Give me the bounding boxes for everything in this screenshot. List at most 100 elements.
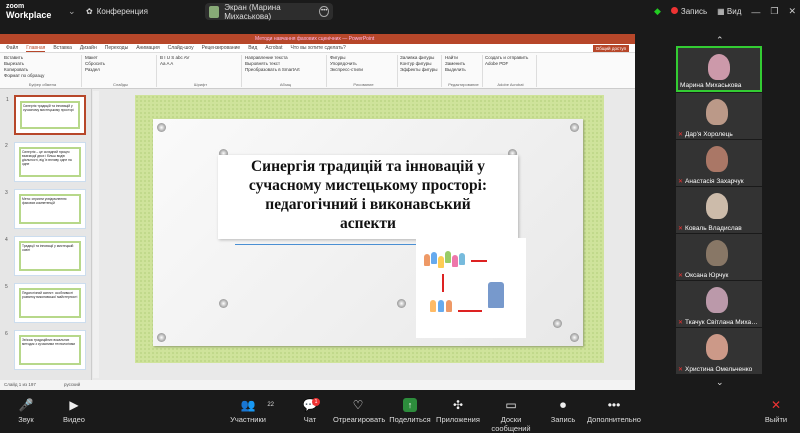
participant-tile[interactable]: ✕ Анастасія Захарчук (676, 140, 762, 186)
grid-icon: ▦ (717, 7, 727, 16)
ribbon-tab[interactable]: Дизайн (80, 45, 97, 51)
children-illustration (416, 238, 526, 338)
slide-thumbnail[interactable]: 3 Мета: сприяти усвідомленню фахових комп… (5, 189, 86, 229)
child-figure (431, 252, 437, 264)
control-label: Приложения (436, 415, 480, 424)
restore-icon[interactable]: ❐ (770, 6, 778, 17)
ribbon-group-caption: Слайды (113, 82, 128, 87)
ribbon-command[interactable]: Выделить (445, 67, 482, 73)
audio-button[interactable]: 🎤 Звук (4, 398, 48, 424)
recording-indicator[interactable]: Запись (670, 7, 707, 16)
zoom-logo: zoom Workplace (6, 3, 52, 20)
thumbnail-text: Педагогічний аспект: особливості розвитк… (19, 288, 81, 318)
slide-thumbnail[interactable]: 2 Синергія – це складний процес взаємодії… (5, 142, 86, 182)
gallery-up-chevron-icon[interactable]: ⌃ (716, 35, 724, 46)
minimize-icon[interactable]: — (751, 7, 760, 17)
more-button[interactable]: ••• Дополнительно (585, 398, 643, 424)
ribbon-tab[interactable]: Вставка (53, 45, 72, 51)
video-button[interactable]: ▶ Видео (52, 398, 96, 424)
audio-icon: 🎤 (18, 398, 34, 412)
ribbon-group-caption: Рисование (353, 82, 374, 87)
thumbnails-scrollbar[interactable] (93, 91, 99, 378)
record-button[interactable]: ⏺ Запись (545, 398, 581, 424)
slide-thumbnail[interactable]: 6 Зв'язок традиційних вокальних методик з… (5, 330, 86, 370)
ribbon-group: B I U S abc AV Aa A A Шрифт (160, 55, 242, 87)
participant-name-text: Анастасія Захарчук (685, 178, 744, 185)
slide-thumbnail[interactable]: 1 Синергія традицій та інновацій у сучасн… (6, 95, 86, 135)
participant-tile[interactable]: Марина Михаськова (676, 46, 762, 92)
leave-icon: ✕ (770, 398, 782, 412)
participant-video (708, 54, 730, 80)
leave-button[interactable]: ✕ Выйти (758, 398, 794, 424)
ribbon-command[interactable]: Adobe PDF (485, 61, 536, 67)
ribbon-command[interactable]: Раздел (85, 67, 156, 73)
ribbon-tab[interactable]: Вид (248, 45, 257, 51)
control-label: Видео (63, 415, 85, 424)
share-screen-button[interactable]: ↑ Поделиться (388, 398, 432, 424)
participant-count: 22 (267, 402, 274, 408)
apps-button[interactable]: ✣ Приложения (436, 398, 480, 424)
view-button[interactable]: ▦ Вид (717, 7, 741, 16)
screen-share-indicator[interactable]: Экран (Марина Михаськова) ••• (205, 3, 333, 21)
ribbon: Вставить Вырезать Копировать Формат по обра… (0, 53, 635, 89)
reactions-button[interactable]: ♡ Отреагировать (333, 398, 385, 424)
participant-video (706, 287, 728, 313)
ribbon-tab[interactable]: Рецензирование (202, 45, 241, 51)
participant-tile[interactable]: ✕ Оксана Юрчук (676, 234, 762, 280)
participant-tile[interactable]: ✕ Дар'я Хоролець (676, 93, 762, 139)
ribbon-group-caption: Буфер обмена (28, 82, 57, 87)
zoom-top-bar: zoom Workplace ⌄ ✿ Конференция Экран (Ма… (0, 0, 800, 24)
gallery-down-chevron-icon[interactable]: ⌄ (716, 377, 724, 388)
participant-video (706, 146, 728, 172)
ribbon-tab[interactable]: Что вы хотите сделать? (290, 45, 345, 51)
security-shield-icon[interactable]: ◆ (654, 6, 661, 17)
meeting-title[interactable]: ✿ Конференция (86, 7, 148, 16)
participant-tile[interactable]: ✕ Коваль Владислав (676, 187, 762, 233)
avatar (209, 5, 220, 18)
bolt-icon (397, 299, 406, 308)
ribbon-tab[interactable]: Главная (26, 45, 46, 52)
bolt-icon (570, 333, 579, 342)
ribbon-tabs: Файл Главная Вставка Дизайн Переходы Анимация… (0, 44, 635, 53)
ppt-share-button[interactable]: Общий доступ (592, 45, 629, 52)
thumbnail-text: Синергія – це складний процес взаємодії … (19, 147, 81, 177)
slide-card: Синергія традицій та інновацій у сучасно… (153, 119, 583, 346)
ppt-status-bar: Слайд 1 из 197 русский (0, 380, 635, 390)
control-label: Дополнительно (587, 415, 641, 424)
ribbon-command[interactable]: Aa A A (160, 61, 241, 67)
ribbon-command[interactable]: Экспресс-стили (330, 67, 397, 73)
more-options-icon[interactable]: ••• (319, 6, 329, 17)
participant-tile[interactable]: ✕ Ткачук Світлана Миха… (676, 281, 762, 327)
thumbnail-text: Зв'язок традиційних вокальних методик з … (19, 335, 81, 365)
chevron-down-icon[interactable]: ⌄ (68, 6, 76, 17)
ribbon-group: Фигуры Упорядочить Экспресс-стили Рисование (330, 55, 398, 87)
ribbon-tab[interactable]: Acrobat (265, 45, 282, 51)
child-figure (459, 253, 465, 265)
participant-tile[interactable]: ✕ Христина Омельченко (676, 328, 762, 374)
ribbon-tab[interactable]: Анимация (136, 45, 159, 51)
video-icon: ▶ (69, 398, 79, 412)
ribbon-command[interactable]: Эффекты фигуры (400, 67, 441, 73)
slide-thumbnail[interactable]: 5 Педагогічний аспект: особливості розвит… (5, 283, 86, 323)
ribbon-tab[interactable]: Файл (6, 45, 18, 51)
child-figure (445, 251, 451, 263)
control-label: Запись (550, 415, 576, 424)
ribbon-command[interactable]: Преобразовать в SmartArt (245, 67, 326, 73)
mic-muted-icon: ✕ (678, 273, 684, 279)
ribbon-tab[interactable]: Переходы (105, 45, 128, 51)
participants-button[interactable]: 👥 22 Участники (218, 398, 278, 424)
powerpoint-title-bar: Методи навчання фахових сценічних — Powe… (0, 34, 635, 44)
meeting-controls-bar: 🎤 Звук ▶ Видео 👥 22 Участники 💬 1 Чат ♡ Отреагирова… (0, 394, 800, 433)
ribbon-tab[interactable]: Слайд-шоу (168, 45, 194, 51)
mic-muted-icon: ✕ (678, 226, 684, 232)
slide-number: 6 (5, 331, 8, 337)
ribbon-command[interactable]: Формат по образцу (4, 73, 81, 79)
ribbon-group: Создать и отправить Adobe PDF Adobe Acroba… (485, 55, 537, 87)
slide-title: Синергія традицій та інновацій у сучасно… (248, 158, 488, 232)
slide-number: 3 (5, 190, 8, 196)
close-icon[interactable]: ✕ (788, 6, 796, 17)
chat-button[interactable]: 💬 1 Чат (290, 398, 330, 424)
child-figure (438, 256, 444, 268)
slide-thumbnail[interactable]: 4 Традиції та інновації у мистецькій осві… (5, 236, 86, 276)
unread-badge: 1 (312, 398, 320, 406)
